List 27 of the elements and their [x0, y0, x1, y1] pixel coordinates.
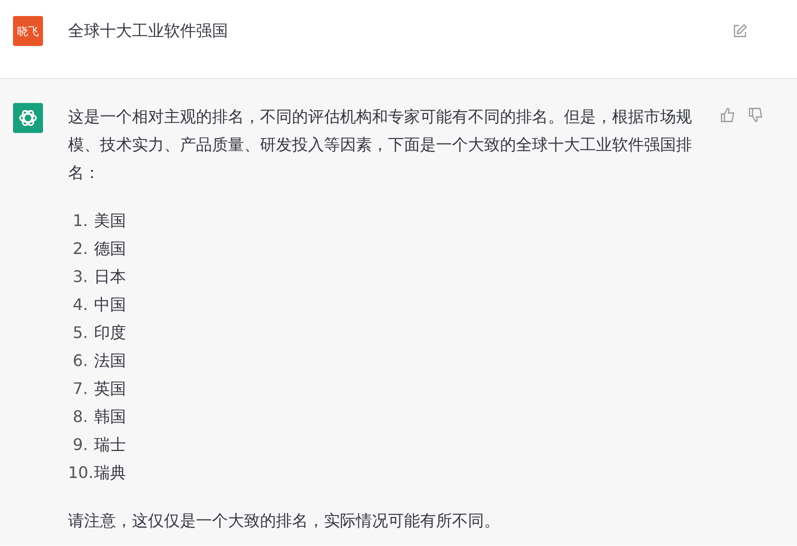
list-number: 9.	[72, 434, 88, 456]
country-name: 中国	[94, 294, 126, 316]
list-number: 7.	[72, 378, 88, 400]
assistant-logo-icon	[13, 103, 43, 133]
country-name: 印度	[94, 322, 126, 344]
country-name: 德国	[94, 238, 126, 260]
list-number: 8.	[72, 406, 88, 428]
list-number: 6.	[72, 350, 88, 372]
reply-paragraph: 这是一个相对主观的排名，不同的评估机构和专家可能有不同的排名。但是，根据市场规模、技术实力、产品质量、研发投入等因素，下面是一个大致的全球十大工业软件强国排名：	[68, 106, 693, 184]
list-number: 1.	[72, 210, 88, 232]
country-name: 日本	[94, 266, 126, 288]
list-number: 3.	[72, 266, 88, 288]
reply-note: 请注意，这仅仅是一个大致的排名，实际情况可能有所不同。	[68, 510, 501, 532]
country-name: 英国	[94, 378, 126, 400]
country-name: 瑞典	[94, 462, 126, 484]
country-name: 瑞士	[94, 434, 126, 456]
country-name: 法国	[94, 350, 126, 372]
list-number: 4.	[72, 294, 88, 316]
country-name: 美国	[94, 210, 126, 232]
user-avatar: 晓飞	[13, 16, 43, 46]
thumbs-down-icon[interactable]	[748, 107, 764, 123]
edit-icon[interactable]	[732, 23, 748, 39]
thumbs-up-icon[interactable]	[720, 107, 736, 123]
list-number: 2.	[72, 238, 88, 260]
user-message: 全球十大工业软件强国	[68, 20, 229, 42]
country-name: 韩国	[94, 406, 126, 428]
list-number: 5.	[72, 322, 88, 344]
